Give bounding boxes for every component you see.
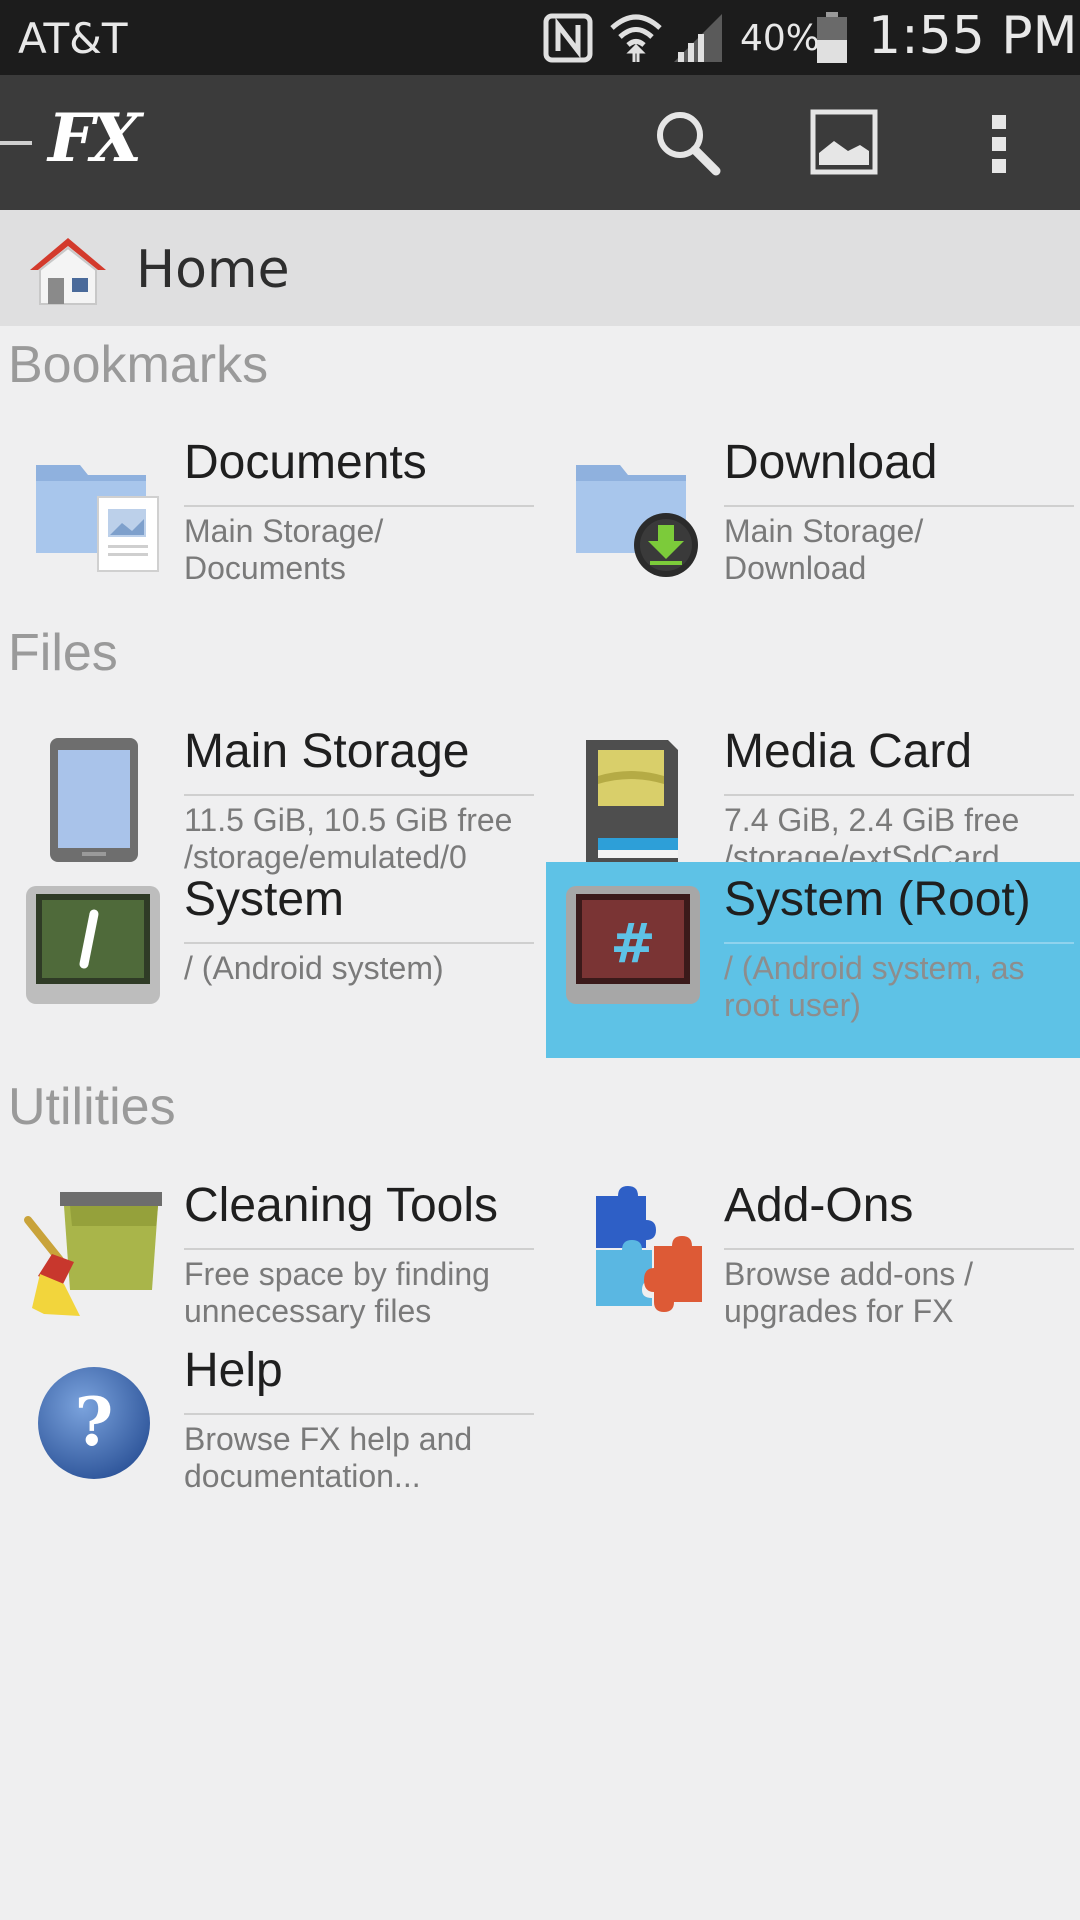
divider bbox=[724, 1248, 1074, 1250]
item-title: Add-Ons bbox=[724, 1179, 914, 1232]
item-subtitle: / (Android system, as root user) bbox=[724, 950, 1025, 1023]
item-title: Main Storage bbox=[184, 725, 470, 778]
item-title: Cleaning Tools bbox=[184, 1179, 498, 1232]
tablet-icon bbox=[22, 726, 162, 866]
divider bbox=[184, 942, 534, 944]
puzzle-icon bbox=[562, 1180, 702, 1320]
item-subtitle: Browse FX help and documentation... bbox=[184, 1421, 473, 1494]
item-subtitle: Main Storage/ Documents bbox=[184, 513, 384, 586]
utility-cleaning-tools[interactable]: Cleaning Tools Free space by finding unn… bbox=[0, 1168, 540, 1329]
item-subtitle: / (Android system) bbox=[184, 950, 444, 986]
root-terminal-icon: # bbox=[562, 874, 702, 1014]
clock: 1:55 PM bbox=[868, 6, 1078, 66]
item-title: Download bbox=[724, 436, 938, 489]
divider bbox=[184, 1413, 534, 1415]
up-indicator[interactable] bbox=[0, 141, 32, 145]
item-title: Media Card bbox=[724, 725, 973, 778]
image-icon[interactable] bbox=[810, 109, 878, 179]
utility-help[interactable]: ? Help Browse FX help and documentation.… bbox=[0, 1333, 540, 1494]
divider bbox=[724, 505, 1074, 507]
item-title: System (Root) bbox=[724, 873, 1031, 926]
signal-icon bbox=[672, 12, 724, 68]
item-subtitle: Browse add-ons / upgrades for FX bbox=[724, 1256, 974, 1329]
status-bar: AT&T 40% 1:55 PM bbox=[0, 0, 1080, 75]
wifi-icon bbox=[608, 10, 664, 68]
breadcrumb[interactable]: Home bbox=[0, 210, 1080, 326]
broom-bin-icon bbox=[22, 1180, 162, 1320]
file-system-root[interactable]: # System (Root) / (Android system, as ro… bbox=[546, 862, 1080, 1058]
download-folder-icon bbox=[562, 437, 702, 577]
bookmark-documents[interactable]: Documents Main Storage/ Documents bbox=[0, 425, 540, 586]
item-subtitle: Free space by finding unnecessary files bbox=[184, 1256, 490, 1329]
divider bbox=[724, 794, 1074, 796]
sd-card-icon bbox=[562, 726, 702, 866]
file-main-storage[interactable]: Main Storage 11.5 GiB, 10.5 GiB free /st… bbox=[0, 714, 540, 875]
file-media-card[interactable]: Media Card 7.4 GiB, 2.4 GiB free /storag… bbox=[540, 714, 1080, 875]
utility-add-ons[interactable]: Add-Ons Browse add-ons / upgrades for FX bbox=[540, 1168, 1080, 1329]
svg-text:?: ? bbox=[75, 1383, 114, 1461]
section-header-utilities: Utilities bbox=[8, 1078, 176, 1136]
help-icon: ? bbox=[22, 1345, 162, 1485]
overflow-menu-icon[interactable] bbox=[988, 111, 1012, 181]
svg-text:#: # bbox=[610, 912, 655, 975]
breadcrumb-home-label: Home bbox=[136, 240, 290, 300]
bookmark-download[interactable]: Download Main Storage/ Download bbox=[540, 425, 1080, 586]
nfc-icon bbox=[543, 13, 593, 67]
section-header-bookmarks: Bookmarks bbox=[8, 336, 269, 394]
section-header-files: Files bbox=[8, 624, 118, 682]
divider bbox=[184, 1248, 534, 1250]
app-logo[interactable]: FX bbox=[48, 103, 148, 173]
search-icon[interactable] bbox=[652, 107, 724, 183]
battery-percent: 40% bbox=[740, 18, 821, 59]
item-title: Help bbox=[184, 1344, 283, 1397]
documents-folder-icon bbox=[22, 437, 162, 577]
item-subtitle: Main Storage/ Download bbox=[724, 513, 924, 586]
divider bbox=[724, 942, 1074, 944]
divider bbox=[184, 505, 534, 507]
home-icon bbox=[26, 234, 110, 310]
action-bar: FX bbox=[0, 75, 1080, 210]
carrier-label: AT&T bbox=[18, 14, 128, 63]
item-title: System bbox=[184, 873, 345, 926]
system-terminal-icon bbox=[22, 874, 162, 1014]
item-title: Documents bbox=[184, 436, 427, 489]
battery-icon bbox=[815, 12, 849, 68]
divider bbox=[184, 794, 534, 796]
file-system[interactable]: System / (Android system) bbox=[0, 862, 540, 1022]
